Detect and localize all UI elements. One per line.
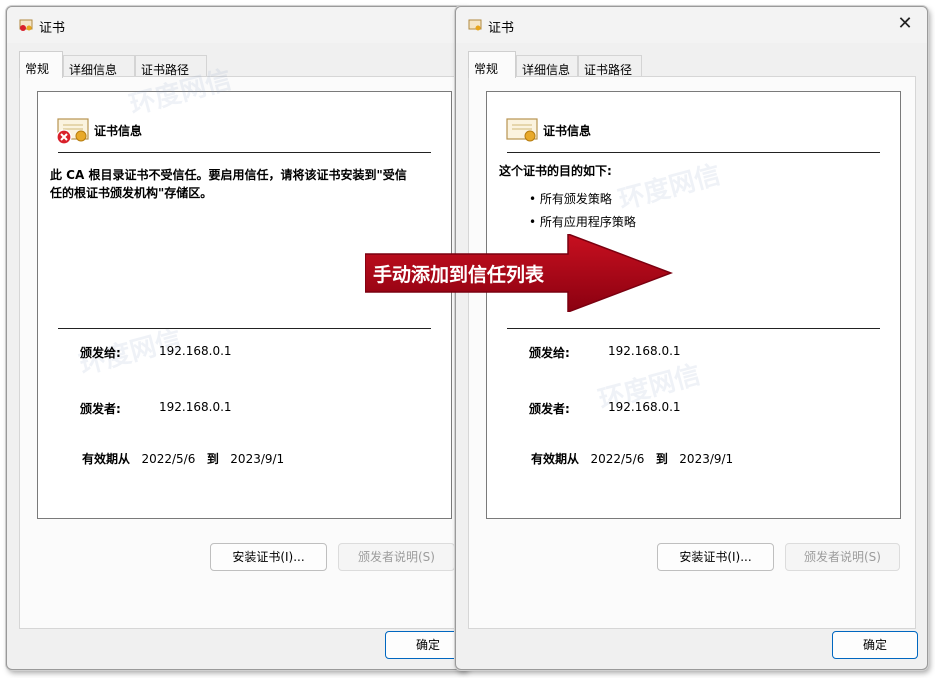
annotation-text: 手动添加到信任列表 [373, 264, 545, 286]
issued-to-label: 颁发给: [80, 346, 121, 360]
issued-by-label: 颁发者: [80, 402, 121, 416]
issued-to-value: 192.168.0.1 [159, 344, 232, 358]
purpose-item: • 所有应用程序策略 [529, 215, 636, 229]
certificate-error-icon [56, 118, 89, 145]
valid-from-label: 有效期从 [531, 452, 580, 466]
install-certificate-button[interactable]: 安装证书(I)... [210, 543, 327, 571]
certificate-icon [506, 118, 538, 142]
tab-details[interactable]: 详细信息 [63, 55, 135, 77]
window-title: 证书 [39, 21, 66, 36]
valid-to-label: 到 [655, 452, 668, 466]
certificate-icon [19, 19, 33, 31]
divider [507, 152, 880, 153]
certificate-icon [468, 19, 482, 31]
purpose-heading: 这个证书的目的如下: [499, 164, 612, 178]
certificate-dialog-trusted: 证书 ✕ 常规 详细信息 证书路径 环度网信 环度网信 证书信息 这个证书的目的… [455, 6, 928, 670]
valid-from-label: 有效期从 [82, 452, 131, 466]
tab-certification-path[interactable]: 证书路径 [135, 55, 207, 77]
divider [58, 328, 431, 329]
install-certificate-button[interactable]: 安装证书(I)... [657, 543, 774, 571]
tab-panel-general: 环度网信 环度网信 证书信息 此 CA 根目录证书不受信任。要启用信任，请将该证… [19, 65, 467, 629]
divider [58, 152, 431, 153]
valid-to-value: 2023/9/1 [230, 452, 285, 466]
issued-to-value: 192.168.0.1 [608, 344, 681, 358]
issuer-statement-button[interactable]: 颁发者说明(S) [338, 543, 455, 571]
title-bar: 证书 ✕ [456, 7, 927, 43]
issued-by-value: 192.168.0.1 [608, 400, 681, 414]
watermark: 环度网信 [615, 159, 724, 216]
issued-to-label: 颁发给: [529, 346, 570, 360]
valid-from-value: 2022/5/6 [141, 452, 196, 466]
untrusted-warning-text: 此 CA 根目录证书不受信任。要启用信任，请将该证书安装到"受信任的根证书颁发机… [50, 168, 407, 200]
valid-to-label: 到 [206, 452, 219, 466]
close-button[interactable]: ✕ [893, 13, 917, 37]
certificate-dialog-untrusted: 证书 常规 详细信息 证书路径 环度网信 环度网信 证书信息 此 CA 根目录证… [6, 6, 468, 670]
certificate-info-heading: 证书信息 [543, 124, 592, 138]
validity-row: 有效期从 2022/5/6 到 2023/9/1 [531, 450, 733, 467]
issued-by-value: 192.168.0.1 [159, 400, 232, 414]
tab-certification-path[interactable]: 证书路径 [578, 55, 642, 77]
annotation-arrow: 手动添加到信任列表 [364, 232, 674, 314]
window-title: 证书 [488, 21, 515, 36]
title-bar: 证书 [7, 7, 467, 43]
certificate-info-heading: 证书信息 [94, 124, 143, 138]
purpose-item: • 所有颁发策略 [529, 192, 612, 206]
tab-details[interactable]: 详细信息 [516, 55, 578, 77]
tab-panel-general: 环度网信 环度网信 证书信息 这个证书的目的如下: • 所有颁发策略 • 所有应… [468, 76, 916, 629]
validity-row: 有效期从 2022/5/6 到 2023/9/1 [82, 450, 284, 467]
ok-button[interactable]: 确定 [832, 631, 918, 659]
tab-general[interactable]: 常规 [19, 51, 63, 78]
issued-by-label: 颁发者: [529, 402, 570, 416]
valid-from-value: 2022/5/6 [590, 452, 645, 466]
issuer-statement-button[interactable]: 颁发者说明(S) [785, 543, 900, 571]
tab-general[interactable]: 常规 [468, 51, 516, 78]
valid-to-value: 2023/9/1 [679, 452, 734, 466]
divider [507, 328, 880, 329]
